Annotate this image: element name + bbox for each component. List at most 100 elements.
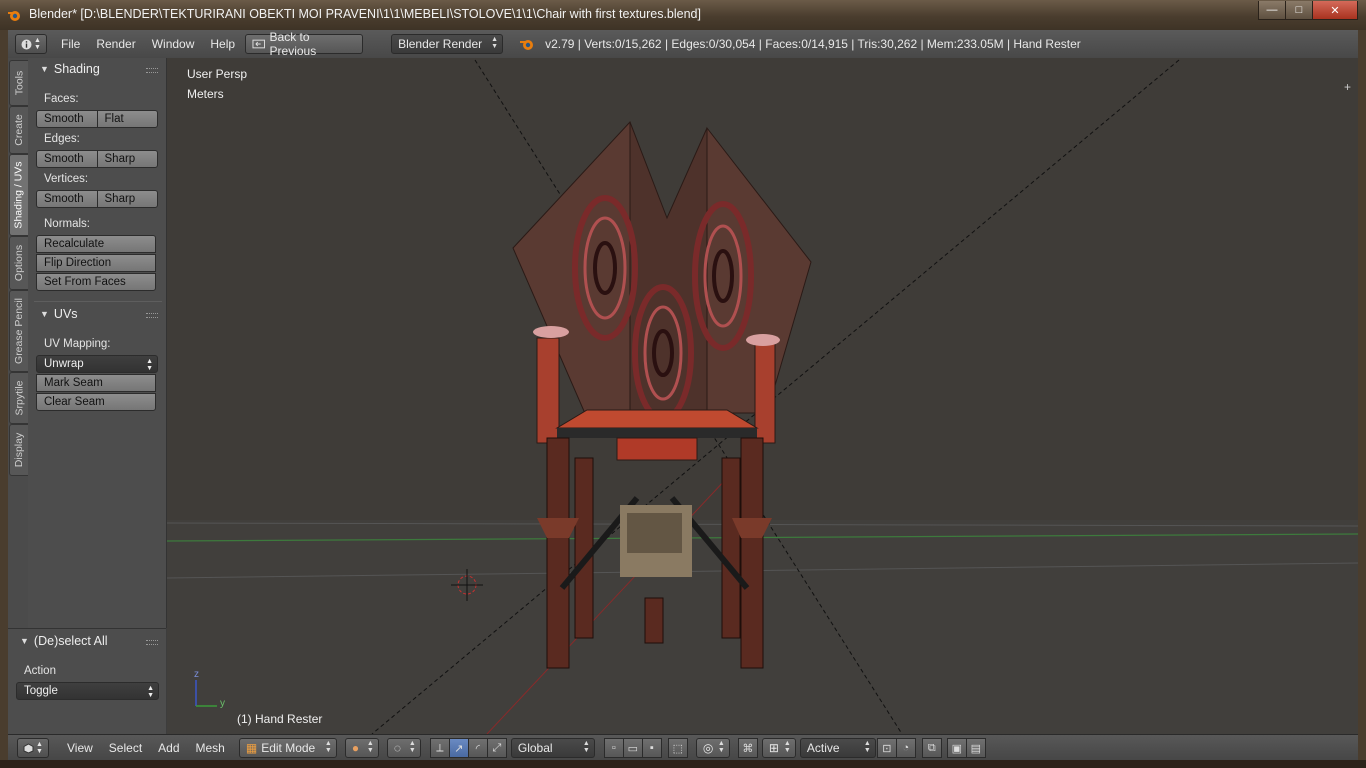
unwrap-label: Unwrap	[44, 358, 84, 370]
action-label: Action	[24, 665, 56, 677]
flip-direction-button[interactable]: Flip Direction	[36, 254, 156, 272]
scale-manipulator-icon[interactable]: ⤢	[486, 738, 507, 758]
set-from-faces-button[interactable]: Set From Faces	[36, 273, 156, 291]
uv-mapping-label: UV Mapping:	[44, 338, 111, 350]
menu-file[interactable]: File	[53, 34, 88, 54]
snap-element-dropdown[interactable]: ⊞ ▲ ▼	[761, 738, 796, 758]
tab-srpytile[interactable]: Srpytile	[9, 372, 29, 424]
snap-align-icon[interactable]: ⊡	[876, 738, 897, 758]
chevron-updown-icon: ▲ ▼	[491, 36, 499, 50]
menu-select[interactable]: Select	[101, 738, 150, 758]
window-title: Blender* [D:\BLENDER\TEKTURIRANI OBEKTI …	[29, 7, 701, 21]
chevron-updown-icon: ▲ ▼	[36, 741, 43, 755]
opengl-render-image-icon[interactable]: ▣	[946, 738, 967, 758]
triangle-down-icon: ▼	[40, 64, 49, 74]
menu-mesh[interactable]: Mesh	[188, 738, 233, 758]
blender-logo-icon	[8, 11, 20, 21]
tab-display[interactable]: Display	[9, 424, 29, 476]
edges-sharp-button[interactable]: Sharp	[96, 150, 158, 168]
proportional-editing-dropdown[interactable]: ◎ ▲ ▼	[695, 738, 730, 758]
back-to-previous-label: Back to Previous	[269, 30, 317, 58]
tab-create[interactable]: Create	[9, 106, 29, 154]
window-frame-right	[1358, 30, 1366, 760]
edge-select-icon[interactable]: ▭	[622, 738, 643, 758]
menu-help[interactable]: Help	[202, 34, 243, 54]
opengl-render-animation-icon[interactable]: ▤	[965, 738, 986, 758]
info-header: ▲ ▼ File Render Window Help Back to Previ…	[8, 30, 1358, 59]
3d-viewport[interactable]: User Persp Meters (1) Hand Rester z y +	[167, 58, 1358, 734]
units-label: Meters	[187, 87, 224, 101]
tool-shelf: ▼ Shading Faces: Smooth Flat Edges: Smoo…	[28, 58, 167, 628]
render-engine-dropdown[interactable]: Blender Render ▲ ▼	[391, 34, 504, 54]
face-select-icon[interactable]: ▪	[641, 738, 662, 758]
back-to-previous-button[interactable]: Back to Previous	[245, 30, 364, 58]
faces-label: Faces:	[44, 93, 79, 105]
axis-z-label: z	[194, 669, 199, 680]
unwrap-menu-button[interactable]: Unwrap ▲ ▼	[36, 355, 158, 373]
snap-toggle-icon[interactable]: ⌘	[737, 738, 758, 758]
manipulator-buttons: ⟂ ↗ ◜ ⤢	[429, 738, 507, 758]
view-name-label: User Persp	[187, 67, 248, 81]
vertices-smooth-button[interactable]: Smooth	[36, 190, 98, 208]
minimize-button[interactable]: —	[1258, 1, 1286, 20]
transform-orientation-dropdown[interactable]: Global ▲ ▼	[510, 738, 595, 758]
drag-grip-icon[interactable]	[146, 313, 158, 318]
action-dropdown[interactable]: Toggle ▲ ▼	[16, 682, 159, 700]
vertex-select-icon[interactable]: ▫	[603, 738, 624, 758]
clear-seam-button[interactable]: Clear Seam	[36, 393, 156, 411]
limit-selection-icon[interactable]: ⬚	[667, 738, 688, 758]
tab-grease-pencil[interactable]: Grease Pencil	[9, 290, 29, 372]
maximize-button[interactable]: □	[1285, 1, 1313, 20]
faces-flat-button[interactable]: Flat	[96, 110, 158, 128]
select-mode-buttons: ▫ ▭ ▪	[603, 738, 662, 758]
window-frame-left	[0, 30, 8, 760]
chevron-updown-icon: ▲ ▼	[324, 740, 332, 754]
translate-manipulator-icon[interactable]: ↗	[448, 738, 469, 758]
proportional-icon: ◎	[702, 741, 714, 755]
scene-statistics: v2.79 | Verts:0/15,262 | Edges:0/30,054 …	[545, 37, 1081, 51]
snap-target-dropdown[interactable]: Active ▲ ▼	[799, 738, 876, 758]
3d-view-icon	[23, 742, 34, 754]
editor-type-selector[interactable]: ▲ ▼	[17, 738, 49, 758]
faces-smooth-button[interactable]: Smooth	[36, 110, 98, 128]
window-title-bar: Blender* [D:\BLENDER\TEKTURIRANI OBEKTI …	[0, 0, 1366, 30]
uvs-panel-header[interactable]: ▼ UVs	[28, 304, 166, 324]
recalculate-button[interactable]: Recalculate	[36, 235, 156, 253]
render-engine-value: Blender Render	[398, 37, 483, 51]
drag-grip-icon[interactable]	[146, 68, 158, 73]
menu-window[interactable]: Window	[144, 34, 203, 54]
viewport-canvas	[167, 59, 1358, 734]
menu-render[interactable]: Render	[88, 34, 143, 54]
tab-options[interactable]: Options	[9, 236, 29, 290]
chevron-updown-icon: ▲ ▼	[783, 740, 791, 754]
tab-shading-uvs[interactable]: Shading / UVs	[9, 154, 29, 236]
shading-panel-header[interactable]: ▼ Shading	[28, 59, 166, 79]
add-region-icon[interactable]: +	[1344, 80, 1351, 94]
menu-view[interactable]: View	[59, 738, 101, 758]
snap-project-icon[interactable]: ◔	[895, 738, 916, 758]
edges-smooth-button[interactable]: Smooth	[36, 150, 98, 168]
drag-grip-icon[interactable]	[146, 640, 158, 645]
mode-dropdown[interactable]: ▦ Edit Mode ▲ ▼	[238, 738, 337, 758]
snap-target-value: Active	[806, 741, 840, 755]
vertices-sharp-button[interactable]: Sharp	[96, 190, 158, 208]
viewport-shading-dropdown[interactable]: ● ▲ ▼	[344, 738, 379, 758]
manipulator-toggle-icon[interactable]: ⟂	[429, 738, 450, 758]
rotate-manipulator-icon[interactable]: ◜	[467, 738, 488, 758]
uvs-panel-title: UVs	[53, 307, 78, 321]
menu-add[interactable]: Add	[150, 738, 187, 758]
chevron-updown-icon: ▲ ▼	[366, 740, 374, 754]
mark-seam-button[interactable]: Mark Seam	[36, 374, 156, 392]
pivot-point-dropdown[interactable]: ◌ ▲ ▼	[386, 738, 421, 758]
auto-merge-icon[interactable]: ⧉	[921, 738, 942, 758]
chevron-updown-icon: ▲ ▼	[717, 740, 725, 754]
faces-shading-buttons: Smooth Flat	[36, 110, 158, 128]
editor-type-selector[interactable]: ▲ ▼	[15, 34, 47, 54]
blender-logo-icon	[520, 40, 534, 50]
operator-panel-header[interactable]: ▼ (De)select All	[8, 631, 166, 651]
tab-tools[interactable]: Tools	[9, 60, 29, 106]
edit-mode-icon: ▦	[245, 741, 258, 755]
chevron-updown-icon: ▲ ▼	[146, 358, 153, 372]
close-button[interactable]: ✕	[1312, 1, 1358, 20]
triangle-down-icon: ▼	[20, 636, 29, 646]
